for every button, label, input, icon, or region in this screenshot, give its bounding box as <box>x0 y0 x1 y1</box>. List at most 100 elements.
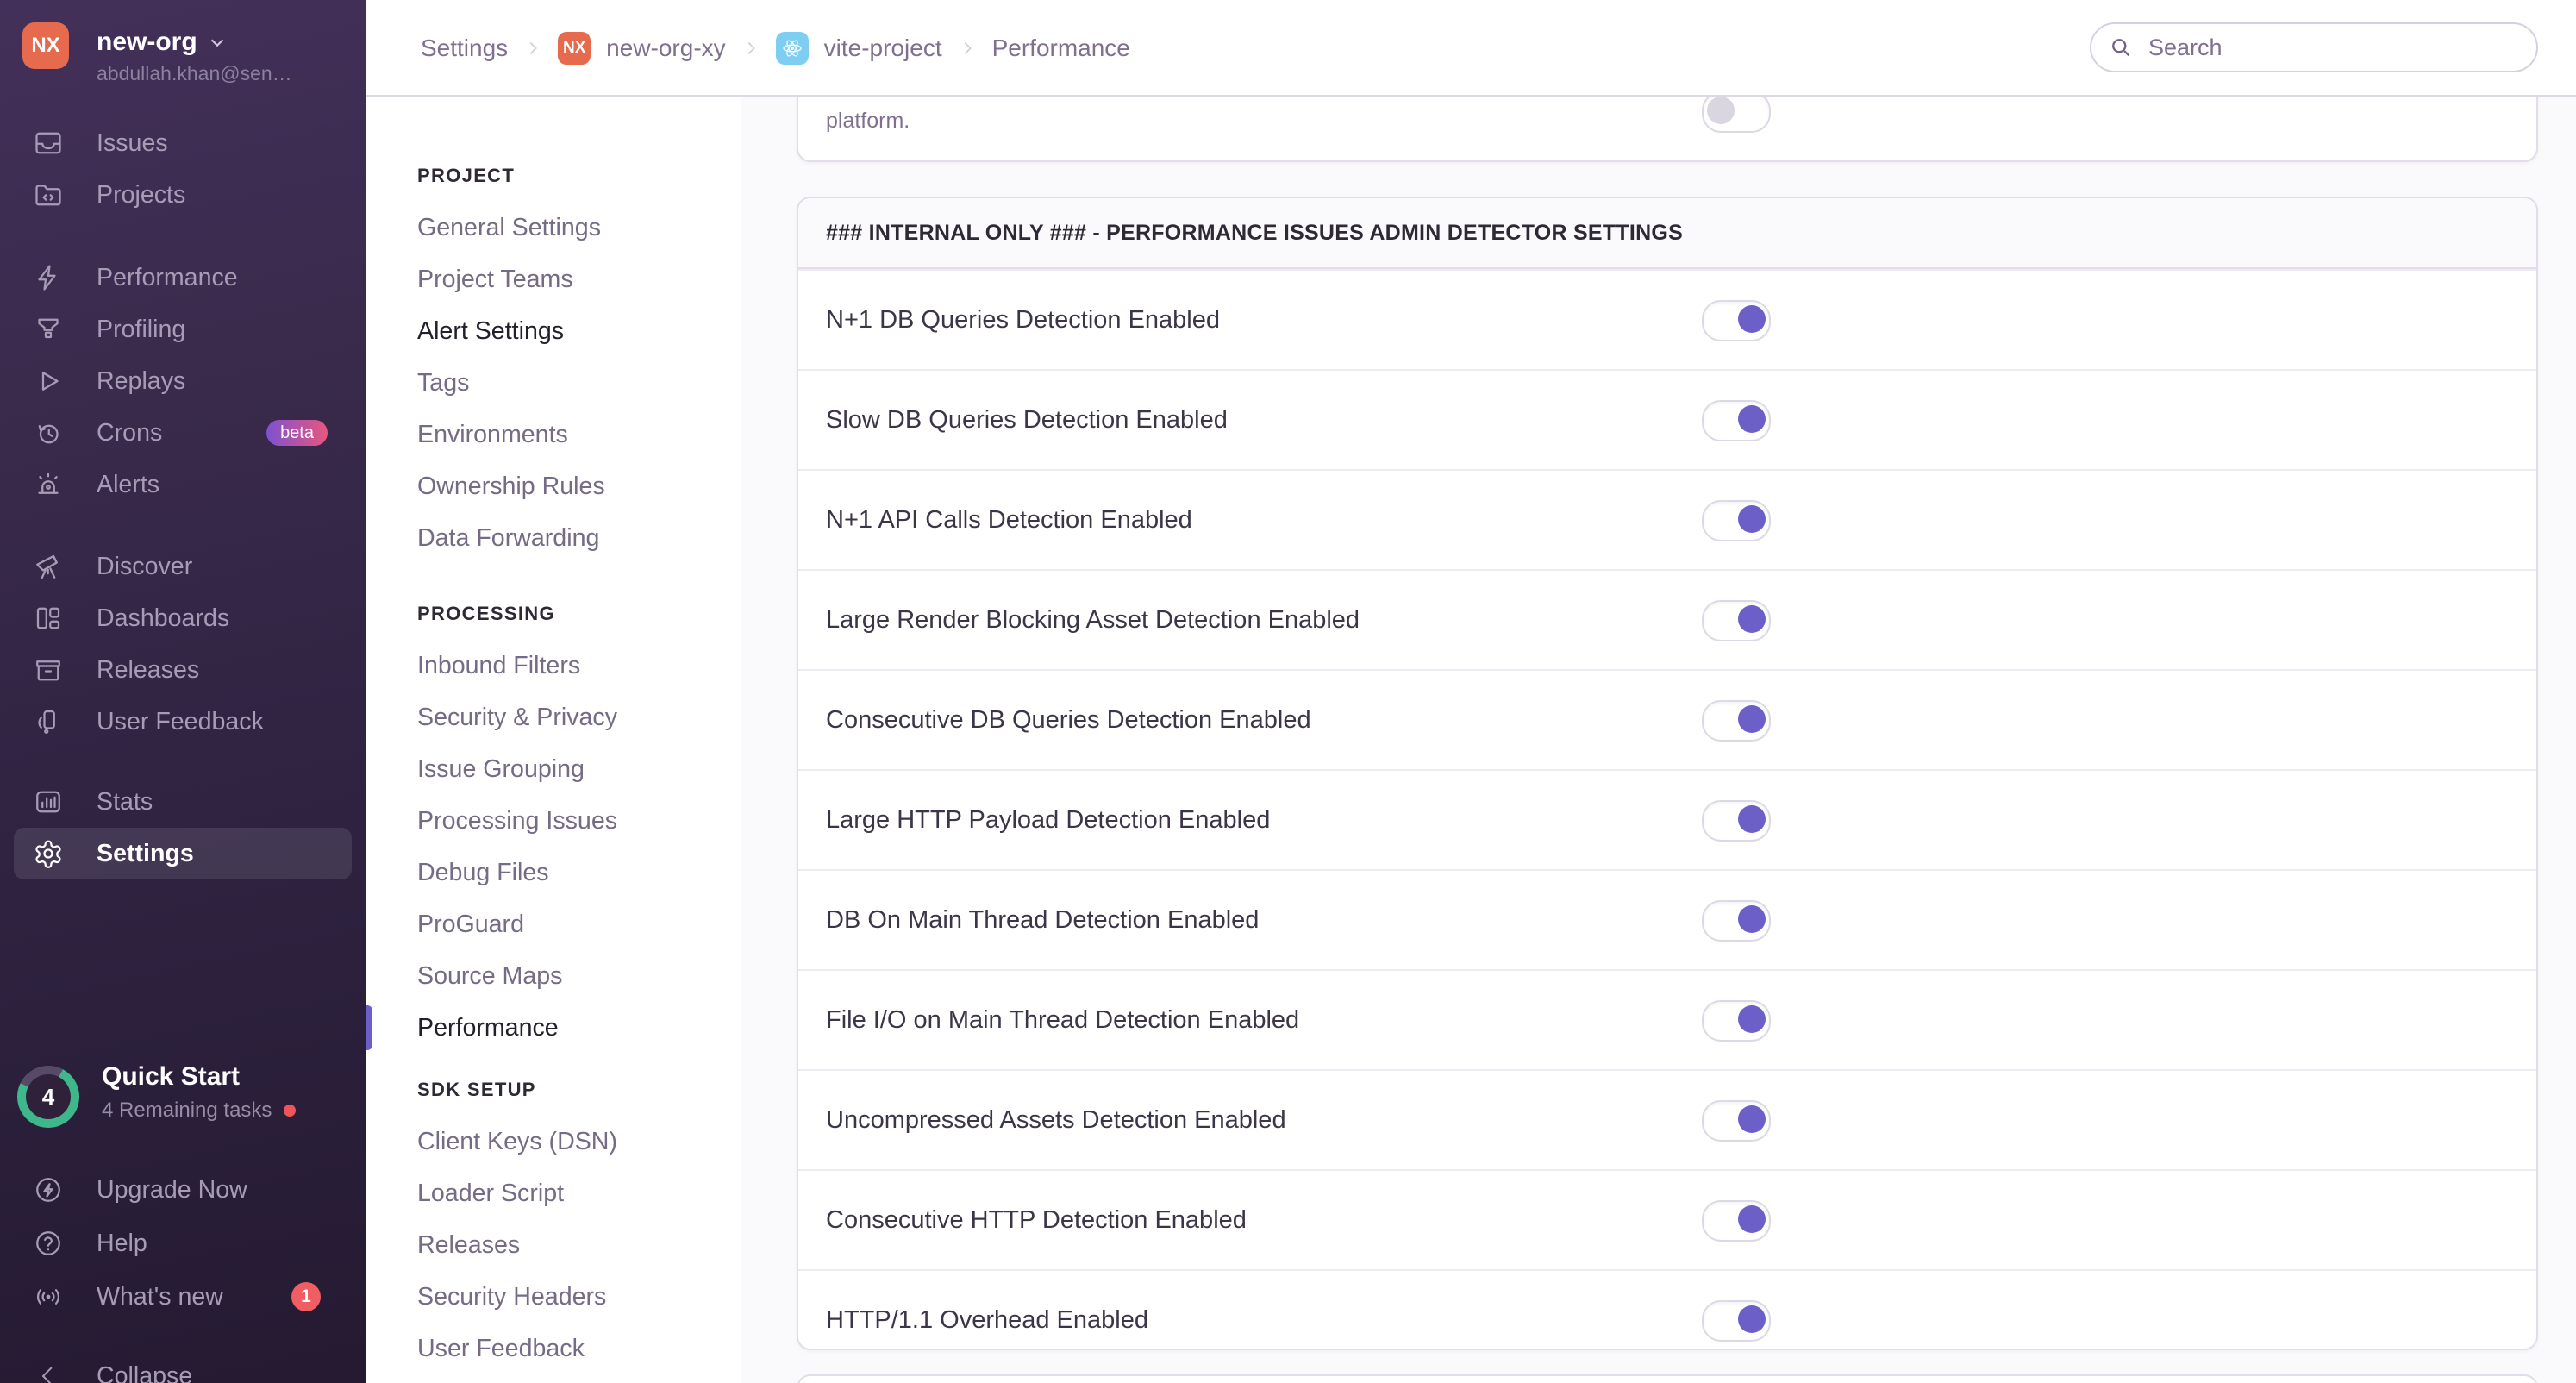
dashboards-icon <box>33 603 64 634</box>
setting-row: Uncompressed Assets Detection Enabled <box>798 1069 2536 1169</box>
notification-dot <box>284 1105 297 1117</box>
sidebar-item-label: Crons <box>97 418 163 447</box>
chevron-down-icon <box>210 39 223 47</box>
sidebar-item-stats[interactable]: Stats <box>14 776 352 828</box>
sidebar-item-user-feedback[interactable]: User Feedback <box>14 696 352 748</box>
nav-item-issue-grouping[interactable]: Issue Grouping <box>366 743 741 795</box>
search-input[interactable] <box>2145 32 2497 63</box>
nav-item-environments[interactable]: Environments <box>366 409 741 460</box>
search-box[interactable] <box>2090 22 2538 72</box>
setting-label: N+1 DB Queries Detection Enabled <box>826 305 1221 334</box>
setting-label: File I/O on Main Thread Detection Enable… <box>826 1005 1300 1034</box>
top-header: Settings NX new-org-xy vite-project Perf… <box>366 0 2576 97</box>
nav-item-debug-files[interactable]: Debug Files <box>366 847 741 898</box>
toggle-switch[interactable] <box>1702 1000 1771 1042</box>
toggle-switch[interactable] <box>1702 900 1771 942</box>
sidebar-item-alerts[interactable]: Alerts <box>14 459 352 510</box>
nav-item-data-forwarding[interactable]: Data Forwarding <box>366 512 741 564</box>
sidebar-item-label: Help <box>97 1229 147 1257</box>
toggle-switch[interactable] <box>1702 500 1771 541</box>
sidebar-item-projects[interactable]: Projects <box>14 169 352 221</box>
setting-row: N+1 API Calls Detection Enabled <box>798 469 2536 569</box>
react-logo-icon <box>775 32 809 65</box>
nav-item-releases[interactable]: Releases <box>366 1219 741 1271</box>
org-user-email: abdullah.khan@sen… <box>97 62 292 84</box>
card-title: ### INTERNAL ONLY ### - PERFORMANCE ISSU… <box>798 198 2536 269</box>
setting-row: Large Render Blocking Asset Detection En… <box>798 569 2536 669</box>
broadcast-icon <box>33 1281 64 1312</box>
sidebar-item-replays[interactable]: Replays <box>14 355 352 407</box>
toggle-switch[interactable] <box>1702 600 1771 641</box>
breadcrumb-page: Performance <box>991 34 1130 61</box>
toggle-switch[interactable] <box>1702 800 1771 842</box>
sidebar-item-releases[interactable]: Releases <box>14 644 352 696</box>
setting-row: DB On Main Thread Detection Enabled <box>798 869 2536 969</box>
nav-item-user-feedback[interactable]: User Feedback <box>366 1323 741 1374</box>
releases-icon <box>33 654 64 685</box>
quick-start-panel[interactable]: 4 Quick Start 4 Remaining tasks <box>17 1061 353 1143</box>
sidebar-item-dashboards[interactable]: Dashboards <box>14 592 352 644</box>
sidebar-item-whats-new[interactable]: What's new 1 <box>14 1271 352 1323</box>
breadcrumb-project[interactable]: vite-project <box>824 34 942 62</box>
setting-label: N+1 API Calls Detection Enabled <box>826 505 1192 534</box>
nav-item-loader-script[interactable]: Loader Script <box>366 1167 741 1219</box>
setting-row: File I/O on Main Thread Detection Enable… <box>798 969 2536 1069</box>
nav-item-inbound-filters[interactable]: Inbound Filters <box>366 640 741 692</box>
toggle-switch[interactable] <box>1702 400 1771 441</box>
org-avatar: NX <box>22 22 69 69</box>
nav-item-processing-issues[interactable]: Processing Issues <box>366 795 741 847</box>
breadcrumb-settings[interactable]: Settings <box>421 34 508 62</box>
nav-item-general-settings[interactable]: General Settings <box>366 202 741 253</box>
toggle-knob <box>1738 305 1766 333</box>
nav-item-proguard[interactable]: ProGuard <box>366 898 741 950</box>
alerts-icon <box>33 469 64 500</box>
toggle-switch[interactable] <box>1702 1200 1771 1242</box>
sidebar-item-label: Alerts <box>97 470 160 498</box>
quick-start-count: 4 <box>26 1074 71 1119</box>
toggle-knob <box>1738 1205 1766 1233</box>
toggle-switch[interactable] <box>1702 1300 1771 1342</box>
nav-item-security-headers[interactable]: Security Headers <box>366 1271 741 1323</box>
breadcrumb-org[interactable]: new-org-xy <box>606 34 725 62</box>
sidebar-item-upgrade-now[interactable]: Upgrade Now <box>14 1164 352 1216</box>
nav-item-alert-settings[interactable]: Alert Settings <box>366 305 741 357</box>
sidebar-collapse-button[interactable]: Collapse <box>14 1350 352 1383</box>
toggle-switch[interactable] <box>1702 91 1771 133</box>
next-card-partial <box>797 1374 2538 1383</box>
org-badge: NX <box>558 32 591 65</box>
toggle-switch[interactable] <box>1702 700 1771 742</box>
nav-item-performance[interactable]: Performance <box>366 1002 741 1054</box>
discover-icon <box>33 551 64 582</box>
sidebar-item-profiling[interactable]: Profiling <box>14 304 352 355</box>
nav-item-client-keys[interactable]: Client Keys (DSN) <box>366 1116 741 1167</box>
sidebar-item-performance[interactable]: Performance <box>14 252 352 304</box>
nav-item-ownership-rules[interactable]: Ownership Rules <box>366 460 741 512</box>
toggle-switch[interactable] <box>1702 1100 1771 1142</box>
sidebar-item-label: Performance <box>97 263 238 291</box>
setting-row: N+1 DB Queries Detection Enabled <box>798 269 2536 369</box>
nav-item-tags[interactable]: Tags <box>366 357 741 409</box>
sidebar-item-label: Projects <box>97 180 186 209</box>
toggle-knob <box>1738 605 1766 633</box>
gear-icon <box>33 838 64 869</box>
nav-item-security-privacy[interactable]: Security & Privacy <box>366 692 741 743</box>
quick-start-subtitle: 4 Remaining tasks <box>102 1098 272 1122</box>
settings-nav: PROJECT General Settings Project Teams A… <box>366 0 741 1383</box>
sidebar-item-crons[interactable]: Crons beta <box>14 407 352 459</box>
org-switcher[interactable]: NX new-org abdullah.khan@sen… <box>22 22 350 91</box>
toggle-knob <box>1738 505 1766 533</box>
nav-item-source-maps[interactable]: Source Maps <box>366 950 741 1002</box>
sidebar-item-help[interactable]: Help <box>14 1217 352 1269</box>
sidebar-item-issues[interactable]: Issues <box>14 117 352 169</box>
nav-item-project-teams[interactable]: Project Teams <box>366 253 741 305</box>
sidebar-item-discover[interactable]: Discover <box>14 541 352 592</box>
sidebar-item-settings[interactable]: Settings <box>14 828 352 880</box>
breadcrumb: Settings NX new-org-xy vite-project Perf… <box>421 0 1130 97</box>
sidebar-item-label: Discover <box>97 552 193 580</box>
upgrade-icon <box>33 1174 64 1205</box>
sidebar-nav: Issues Projects Performance Profiling Re… <box>0 117 366 880</box>
sidebar-item-label: Issues <box>97 128 168 157</box>
toggle-switch[interactable] <box>1702 300 1771 341</box>
sidebar-item-label: Dashboards <box>97 604 230 632</box>
toggle-knob <box>1738 805 1766 833</box>
